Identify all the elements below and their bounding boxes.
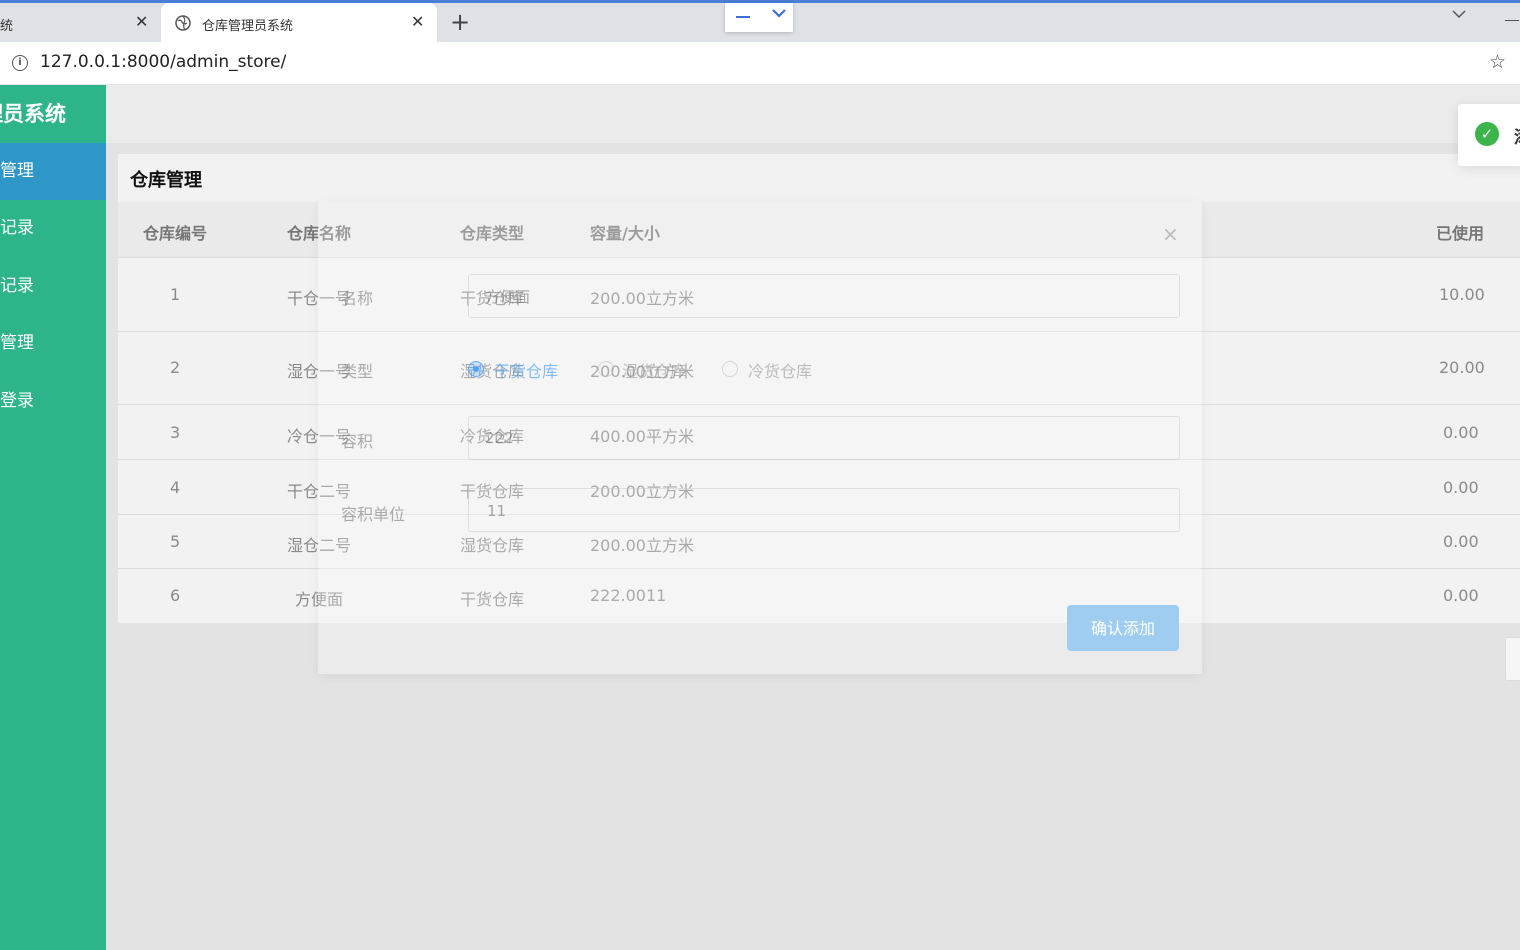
confirm-add-button[interactable]: 确认添加 <box>1067 605 1179 651</box>
sidebar-item-logout[interactable]: 出登录 <box>0 373 106 430</box>
tab-title: 仓库管理员系统 <box>202 19 294 34</box>
type-label: 类型 <box>341 362 374 381</box>
new-tab-button[interactable]: + <box>450 8 470 36</box>
sidebar-item-user-management[interactable]: 户管理 <box>0 315 106 372</box>
cell-used: 0.00 <box>1443 423 1479 442</box>
site-info-icon[interactable]: i <box>12 55 28 71</box>
radio-dry-label: 干货仓库 <box>494 362 559 381</box>
extension-popup[interactable] <box>725 3 793 32</box>
minus-icon[interactable] <box>736 16 750 18</box>
cell-id: 3 <box>170 423 181 442</box>
chevron-down-icon[interactable] <box>771 7 787 23</box>
cell-used: 20.00 <box>1439 358 1485 377</box>
cell-used: 0.00 <box>1443 586 1479 605</box>
cell-id: 5 <box>170 532 181 551</box>
radio-dry[interactable] <box>468 361 484 377</box>
sidebar-item-inbound-records[interactable]: 入记录 <box>0 200 106 257</box>
volume-label: 容积 <box>341 432 374 451</box>
globe-icon <box>175 15 191 35</box>
browser-tab-inactive[interactable]: 统 ✕ <box>0 3 158 42</box>
close-icon[interactable]: × <box>1162 222 1179 246</box>
radio-wet-label: 湿货仓库 <box>622 362 687 381</box>
window-minimize-button[interactable] <box>1505 20 1519 21</box>
card-title: 仓库管理 <box>130 170 202 191</box>
volume-input[interactable] <box>468 416 1180 460</box>
cell-id: 6 <box>170 586 181 605</box>
cell-used: 0.00 <box>1443 532 1479 551</box>
cell-id: 1 <box>170 285 181 304</box>
column-header-id: 仓库编号 <box>143 224 208 243</box>
pagination-edge[interactable] <box>1505 637 1520 681</box>
close-tab-icon[interactable]: ✕ <box>411 12 424 31</box>
name-input-value: 方便面 <box>485 288 531 306</box>
url-text[interactable]: 127.0.0.1:8000/admin_store/ <box>40 52 286 72</box>
unit-input[interactable] <box>468 488 1180 532</box>
sidebar-item-store-management[interactable]: 库管理 <box>0 143 106 200</box>
close-tab-icon[interactable]: ✕ <box>135 12 148 31</box>
top-header <box>106 85 1520 143</box>
bookmark-star-icon[interactable]: ☆ <box>1489 51 1506 73</box>
radio-cold-label: 冷货仓库 <box>748 362 813 381</box>
radio-wet[interactable] <box>598 361 614 377</box>
column-header-used: 已使用 <box>1436 224 1485 243</box>
unit-input-value: 11 <box>487 502 507 520</box>
unit-label: 容积单位 <box>341 505 406 524</box>
name-input[interactable] <box>468 274 1180 318</box>
toast-text: 添 <box>1514 123 1520 148</box>
success-toast: ✓ 添 <box>1458 104 1520 166</box>
address-bar[interactable]: i 127.0.0.1:8000/admin_store/ ☆ <box>0 42 1520 85</box>
cell-id: 2 <box>170 358 181 377</box>
cell-used: 0.00 <box>1443 478 1479 497</box>
tab-title: 统 <box>0 19 14 34</box>
volume-input-value: 222 <box>485 429 514 447</box>
check-circle-icon: ✓ <box>1475 122 1499 146</box>
radio-cold[interactable] <box>722 361 738 377</box>
cell-id: 4 <box>170 478 181 497</box>
sidebar-item-outbound-records[interactable]: 出记录 <box>0 258 106 315</box>
name-label: 名称 <box>341 289 374 308</box>
app-brand: 理员系统 <box>0 102 66 126</box>
tab-search-chevron-icon[interactable] <box>1451 8 1467 24</box>
cell-used: 10.00 <box>1439 285 1485 304</box>
browser-tab-active[interactable]: 仓库管理员系统 ✕ <box>161 3 437 42</box>
